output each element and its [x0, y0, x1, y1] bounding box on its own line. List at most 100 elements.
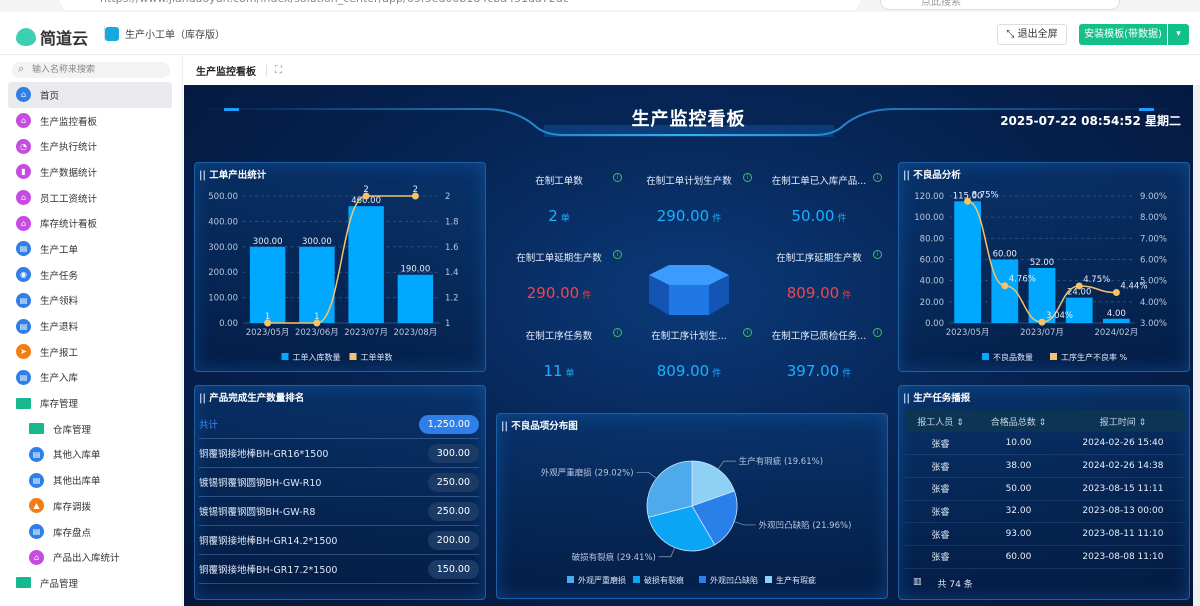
- slice-label: 外观严重磨损 (29.02%): [541, 467, 634, 478]
- scrollbar[interactable]: [1193, 85, 1200, 606]
- line-point: [1038, 318, 1046, 326]
- quantity-badge: 1,250.00: [418, 414, 479, 434]
- target-icon: ◉: [16, 267, 31, 283]
- bar-chart-icon: ▮: [16, 164, 31, 180]
- sidebar-item[interactable]: ▤ 生产工单: [8, 236, 172, 262]
- legend-swatch: [765, 576, 772, 583]
- sort-icon[interactable]: ⇕: [1139, 418, 1147, 428]
- info-icon[interactable]: i: [743, 328, 752, 337]
- info-icon[interactable]: i: [873, 250, 882, 259]
- kpi-value: 11: [543, 362, 563, 380]
- kpi-card: 在制工单已入库产品... i 50.00 件: [754, 173, 884, 225]
- install-template-button[interactable]: 安装模板(带数据): [1079, 24, 1167, 45]
- sidebar-item[interactable]: ⌂ 首页: [8, 82, 172, 108]
- sidebar-search-input[interactable]: 输入名称来搜索: [12, 61, 170, 78]
- install-dropdown-button[interactable]: ▾: [1168, 24, 1189, 45]
- bar-value-label: 300.00: [253, 237, 283, 247]
- sidebar-item-label: 库存管理: [40, 399, 79, 411]
- kpi-unit: 单: [560, 214, 570, 224]
- sidebar-item[interactable]: ▤ 生产退料: [8, 313, 172, 339]
- legend-label: 破损有裂痕: [644, 575, 684, 585]
- sidebar-item[interactable]: ⌂ 生产监控看板: [8, 108, 172, 134]
- defect-chart-panel: 不良品分析 0.00 20.00 40.00 60.00 80.00 100.00 120.…: [898, 162, 1190, 372]
- ranking-row: 镀锡铜覆钢圆钢BH-GW-R10 250.00: [199, 468, 479, 497]
- sidebar-item-label: 库存盘点: [53, 527, 92, 539]
- tab-dashboard[interactable]: 生产监控看板: [196, 63, 256, 78]
- kpi-label: 在制工序计划生...: [651, 331, 727, 342]
- sidebar-item[interactable]: ▤ 生产领料: [8, 288, 172, 314]
- exit-fullscreen-button[interactable]: ⤡ 退出全屏: [997, 24, 1067, 45]
- sidebar-item[interactable]: 仓库管理: [8, 416, 172, 442]
- table-cell: 60.00: [976, 545, 1061, 569]
- info-icon[interactable]: i: [613, 250, 622, 259]
- legend-label: 外观严重磨损: [578, 575, 626, 585]
- product-name: 铜覆钢接地棒BH-GR14.2*1500: [199, 536, 338, 547]
- column-label: 报工人员: [917, 417, 954, 428]
- y2-tick-label: 7.00%: [1140, 234, 1167, 244]
- sidebar-item[interactable]: ▤ 其他出库单: [8, 467, 172, 493]
- bar: [991, 259, 1019, 323]
- bar-value-label: 60.00: [993, 250, 1017, 260]
- line-value-label: 4.76%: [1009, 275, 1036, 285]
- table-cell: 10.00: [976, 432, 1061, 456]
- x-tick-label: 2023/07月: [1020, 328, 1064, 338]
- sidebar-item[interactable]: ▤ 生产入库: [8, 365, 172, 391]
- info-icon[interactable]: i: [613, 328, 622, 337]
- sort-icon[interactable]: ⇕: [956, 418, 964, 428]
- folder-icon: [16, 577, 31, 589]
- column-header-qualified[interactable]: 合格品总数 ⇕: [976, 410, 1061, 432]
- sidebar-item[interactable]: ➤ 生产报工: [8, 339, 172, 365]
- y2-tick-label: 3.00%: [1140, 319, 1167, 329]
- info-icon[interactable]: i: [743, 173, 752, 182]
- table-cell: 38.00: [976, 454, 1061, 478]
- kpi-value: 290.00: [526, 284, 580, 302]
- sidebar-item[interactable]: 库存管理: [8, 390, 172, 416]
- kpi-label: 在制工序任务数: [525, 331, 593, 342]
- browser-search[interactable]: 点此搜索: [880, 0, 1120, 10]
- info-icon[interactable]: i: [613, 173, 622, 182]
- folder-icon: [16, 397, 31, 409]
- table-row: 张睿 93.00 2023-08-11 11:10: [905, 522, 1185, 546]
- fullscreen-icon[interactable]: ⛶: [266, 65, 282, 76]
- logo[interactable]: 简道云: [16, 25, 88, 49]
- column-header-reporter[interactable]: 报工人员 ⇕: [905, 410, 977, 432]
- sidebar-list: ⌂ 首页 ⌂ 生产监控看板 ◔ 生产执行统计 ▮ 生产数据统计 ⌂ 员工工资统计 ⌂ 库存统计看板 ▤ 生…: [0, 82, 182, 596]
- y-tick-label: 100.00: [914, 213, 944, 223]
- sidebar-item[interactable]: ▤ 其他入库单: [8, 442, 172, 468]
- legend-swatch: [281, 353, 289, 360]
- sidebar-item-label: 首页: [40, 90, 60, 102]
- kpi-value-row: 50.00 件: [754, 207, 884, 225]
- sidebar-item[interactable]: ▲ 库存调拨: [8, 493, 172, 519]
- table-cell: 2024-02-26 14:38: [1060, 454, 1185, 478]
- pagination-icon[interactable]: ▥: [913, 577, 922, 590]
- product-name: 镀锡铜覆钢圆钢BH-GW-R10: [199, 478, 322, 489]
- url-bar[interactable]: https://www.jiandaoyun.com/index/solutio…: [60, 0, 860, 10]
- quantity-badge: 300.00: [427, 443, 479, 463]
- bar-value-label: 300.00: [302, 237, 332, 247]
- y-tick-label: 20.00: [920, 298, 944, 308]
- kpi-value: 809.00: [786, 284, 840, 302]
- info-icon[interactable]: i: [873, 173, 882, 182]
- sidebar-item[interactable]: ▤ 库存盘点: [8, 519, 172, 545]
- sidebar-item-label: 其他入库单: [53, 450, 101, 462]
- sidebar-item[interactable]: ⌂ 员工工资统计: [8, 185, 172, 211]
- sort-icon[interactable]: ⇕: [1039, 418, 1047, 428]
- y2-tick-label: 1.2: [445, 294, 459, 304]
- sidebar-item[interactable]: ▮ 生产数据统计: [8, 159, 172, 185]
- column-header-time[interactable]: 报工时间 ⇕: [1060, 410, 1185, 432]
- panel-title: 产品完成生产数量排名: [199, 390, 304, 404]
- home-icon: ⌂: [16, 113, 31, 129]
- sidebar-item[interactable]: 产品管理: [8, 570, 172, 596]
- kpi-value: 290.00: [656, 207, 710, 225]
- kpi-label: 在制工单数: [535, 176, 583, 187]
- info-icon[interactable]: i: [873, 328, 882, 337]
- legend-swatch: [982, 353, 989, 360]
- sidebar-item[interactable]: ◉ 生产任务: [8, 262, 172, 288]
- sidebar-item[interactable]: ⌂ 库存统计看板: [8, 210, 172, 236]
- sidebar-item[interactable]: ⌂ 产品出入库统计: [8, 544, 172, 570]
- table-cell: 张睿: [905, 522, 977, 546]
- kpi-unit: 件: [712, 369, 722, 379]
- sidebar-item[interactable]: ◔ 生产执行统计: [8, 133, 172, 159]
- kpi-unit: 单: [565, 369, 575, 379]
- house-icon: ⌂: [29, 549, 44, 565]
